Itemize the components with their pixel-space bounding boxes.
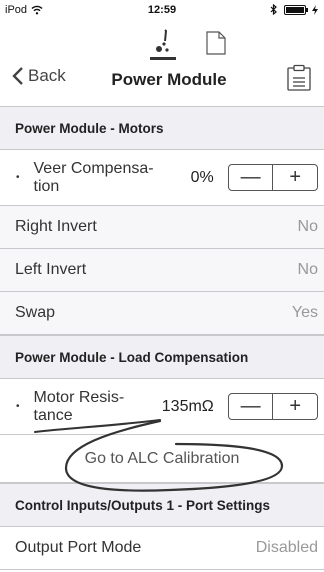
- settings-table: Power Module - Motors • Veer Compensa- t…: [0, 106, 324, 570]
- clipboard-icon: [287, 64, 311, 91]
- output-port-mode-label: Output Port Mode: [15, 539, 142, 556]
- motor-resistance-label: Motor Resis- tance: [33, 388, 125, 424]
- back-button[interactable]: Back: [12, 66, 66, 86]
- clipboard-button[interactable]: [286, 64, 312, 92]
- swap-row[interactable]: Swap Yes: [0, 292, 324, 335]
- swap-label: Swap: [15, 304, 56, 321]
- right-invert-label: Right Invert: [15, 218, 97, 235]
- tab-document[interactable]: [206, 31, 226, 55]
- left-invert-row[interactable]: Left Invert No: [0, 249, 324, 292]
- increment-button[interactable]: +: [273, 165, 317, 190]
- view-switcher: [0, 28, 324, 60]
- motor-resistance-row: • Motor Resis- tance 135mΩ — +: [0, 379, 324, 435]
- status-right: [270, 4, 318, 15]
- bluetooth-icon: [270, 4, 277, 15]
- bullet-icon: •: [16, 172, 20, 183]
- charging-icon: [312, 4, 318, 15]
- motor-resistance-stepper[interactable]: — +: [227, 393, 318, 420]
- status-bar: iPod 12:59: [0, 0, 324, 20]
- bullet-icon: •: [16, 401, 20, 412]
- chevron-left-icon: [12, 67, 23, 85]
- tab-selected-indicator: [150, 57, 176, 60]
- swap-value: Yes: [291, 304, 318, 321]
- decrement-button[interactable]: —: [229, 394, 274, 419]
- alc-calibration-row: Go to ALC Calibration: [0, 435, 324, 483]
- section-header-load-compensation: Power Module - Load Compensation: [0, 335, 324, 379]
- left-invert-label: Left Invert: [15, 261, 87, 278]
- output-port-mode-value: Disabled: [255, 539, 318, 556]
- output-port-mode-row[interactable]: Output Port Mode Disabled: [0, 527, 324, 570]
- veer-compensation-label: Veer Compensa- tion: [33, 159, 154, 195]
- navigation-bar: Back Power Module: [0, 62, 324, 98]
- section-header-motors: Power Module - Motors: [0, 106, 324, 150]
- right-invert-value: No: [297, 218, 318, 235]
- veer-compensation-stepper[interactable]: — +: [227, 164, 318, 191]
- left-invert-value: No: [297, 261, 318, 278]
- increment-button[interactable]: +: [273, 394, 317, 419]
- document-icon: [206, 31, 226, 55]
- tab-wheelchair[interactable]: [150, 28, 176, 60]
- motor-resistance-value: 135mΩ: [161, 397, 214, 415]
- veer-compensation-row: • Veer Compensa- tion 0% — +: [0, 150, 324, 206]
- back-label: Back: [28, 66, 66, 85]
- right-invert-row[interactable]: Right Invert No: [0, 206, 324, 249]
- wheelchair-icon: [156, 29, 169, 52]
- battery-icon: [284, 4, 308, 15]
- alc-calibration-button[interactable]: Go to ALC Calibration: [85, 450, 240, 468]
- decrement-button[interactable]: —: [229, 165, 274, 190]
- veer-compensation-value: 0%: [190, 168, 214, 186]
- section-header-port-settings: Control Inputs/Outputs 1 - Port Settings: [0, 483, 324, 527]
